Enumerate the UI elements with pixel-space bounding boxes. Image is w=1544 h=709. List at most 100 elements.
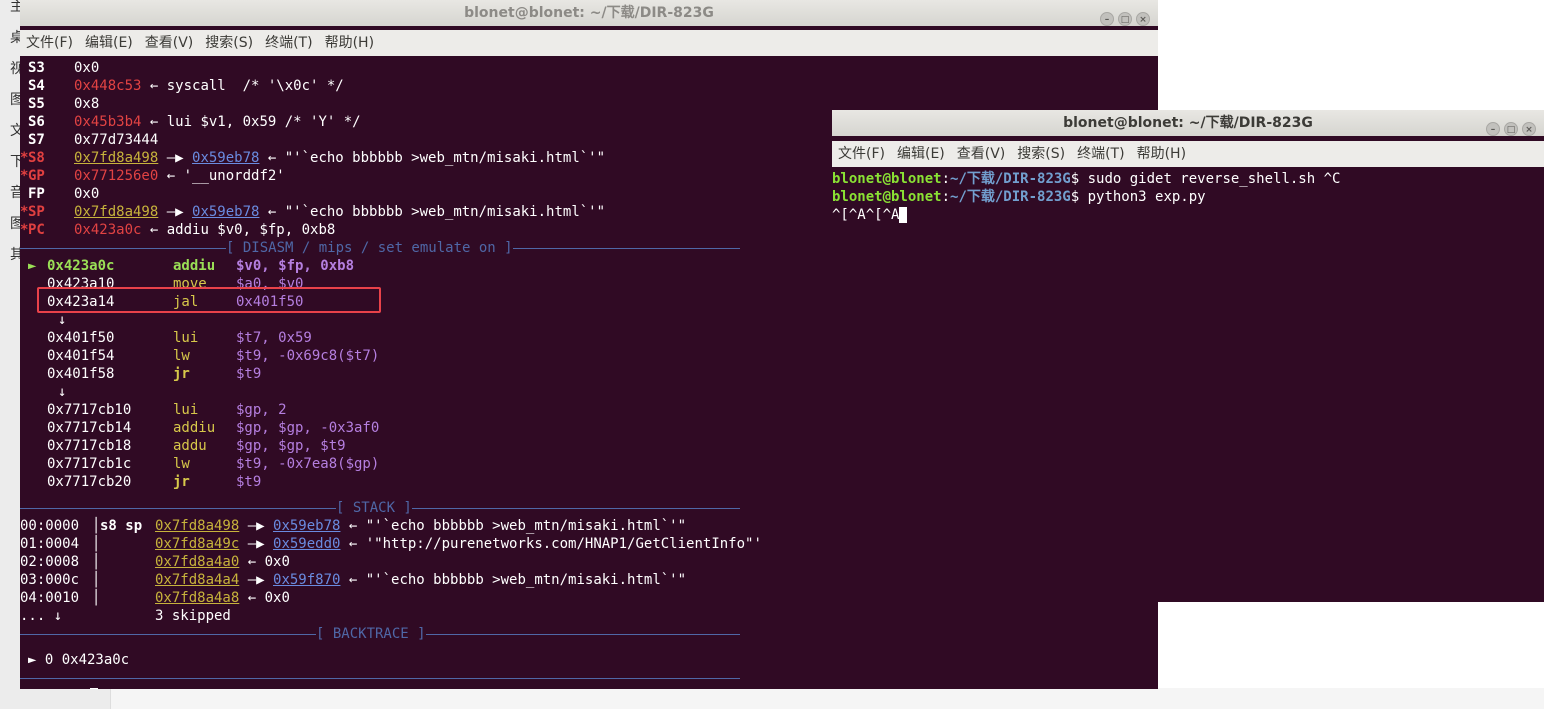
register-name: PC — [28, 222, 45, 238]
register-value-group: 0x77d73444 — [74, 131, 158, 149]
stack-address[interactable]: 0x7fd8a4a4 — [155, 572, 239, 588]
menu-item[interactable]: 终端(T) — [265, 35, 312, 51]
skipped-marker: ... ↓ — [20, 608, 63, 624]
register-name: S3 — [28, 60, 45, 76]
stack-offset: 01:0004 — [20, 536, 80, 552]
register-name: S6 — [28, 114, 45, 130]
register-value[interactable]: 0x7fd8a498 — [74, 150, 158, 166]
register-value: 0x0 — [74, 186, 100, 202]
stack-annotation: ← "'`echo bbbbbb >web_mtn/misaki.html`'" — [340, 572, 687, 588]
menu-item[interactable]: 查看(V) — [145, 35, 194, 51]
menu-item[interactable]: 搜索(S) — [1017, 146, 1065, 162]
pointer-target[interactable]: 0x59eb78 — [192, 204, 259, 220]
menu-item[interactable]: 帮助(H) — [1137, 146, 1186, 162]
stack-address[interactable]: 0x7fd8a4a0 — [155, 554, 239, 570]
pointer-target[interactable]: 0x59f870 — [273, 572, 340, 588]
register-name: S5 — [28, 96, 45, 112]
pointer-arrow: —▶ — [239, 518, 274, 534]
text-cursor[interactable] — [899, 207, 908, 223]
instruction-operands: $gp, 2 — [236, 402, 287, 418]
minimize-icon[interactable]: – — [1100, 12, 1114, 26]
register-name: S7 — [28, 132, 45, 148]
prompt-user: blonet@blonet — [832, 189, 942, 205]
terminal-output[interactable]: blonet@blonet: ~/下载/DIR-823G$ sudo gidet … — [832, 170, 1544, 602]
terminal-input-line[interactable]: ^[^A^[^A — [832, 206, 908, 224]
prompt-path: ~/下载/DIR-823G — [950, 171, 1071, 187]
register-value[interactable]: 0x7fd8a498 — [74, 204, 158, 220]
stack-divider: │ — [92, 554, 101, 570]
menu-item[interactable]: 搜索(S) — [205, 35, 253, 51]
input-text: ^[^A^[^A — [832, 207, 900, 223]
menu-item[interactable]: 文件(F) — [26, 35, 73, 51]
section-label: [ DISASM / mips / set emulate on ] — [226, 239, 513, 257]
instruction-address: 0x7717cb20 — [47, 474, 132, 490]
maximize-icon[interactable]: □ — [1504, 122, 1518, 136]
menu-bar: 文件(F) 编辑(E) 查看(V) 搜索(S) 终端(T) 帮助(H) — [20, 30, 1158, 56]
pointer-arrow: —▶ — [239, 572, 274, 588]
instruction-mnemonic: lw — [173, 348, 190, 364]
stack-entry: 0x7fd8a4a0 ← 0x0 — [155, 553, 290, 571]
pointer-target[interactable]: 0x59eb78 — [192, 150, 259, 166]
highlight-box — [37, 287, 381, 313]
menu-item[interactable]: 编辑(E) — [85, 35, 133, 51]
register-value: 0x77d73444 — [74, 132, 159, 148]
section-label: [ BACKTRACE ] — [316, 625, 426, 643]
menu-item[interactable]: 文件(F) — [838, 146, 885, 162]
stack-offset: 02:0008 — [20, 554, 80, 570]
text-cursor[interactable] — [90, 687, 98, 689]
instruction-mnemonic: addiu — [173, 258, 216, 274]
close-icon[interactable]: × — [1136, 12, 1150, 26]
instruction-mnemonic: lui — [173, 330, 199, 346]
desktop-bottom-strip — [20, 688, 1544, 709]
instruction-operands: $gp, $gp, $t9 — [236, 438, 346, 454]
stack-divider: │ — [92, 536, 101, 552]
menu-item[interactable]: 编辑(E) — [897, 146, 945, 162]
command-text: $ sudo gidet reverse_shell.sh ^C — [1070, 171, 1341, 187]
pointer-target[interactable]: 0x59edd0 — [273, 536, 340, 552]
prompt-colon: : — [941, 189, 951, 205]
instruction-operands: $v0, $fp, 0xb8 — [236, 258, 355, 274]
maximize-icon[interactable]: □ — [1118, 12, 1132, 26]
desktop-sidebar: 主桌视图文下音图其 — [0, 0, 24, 709]
register-value-group: 0x423a0c ← addiu $v0, $fp, 0xb8 — [74, 221, 335, 239]
stack-offset: 03:000c — [20, 572, 80, 588]
stack-offset: 00:0000 — [20, 518, 80, 534]
desktop-file-panel — [0, 688, 111, 709]
menu-item[interactable]: 终端(T) — [1077, 146, 1124, 162]
stack-registers: s8 sp — [100, 518, 143, 534]
pwndbg-prompt: pwndbg> — [20, 687, 79, 689]
command-text: $ python3 exp.py — [1070, 189, 1206, 205]
register-value-group: 0x7fd8a498 —▶ 0x59eb78 ← "'`echo bbbbbb … — [74, 149, 605, 167]
instruction-address: 0x7717cb18 — [47, 438, 132, 454]
register-annotation: ← "'`echo bbbbbb >web_mtn/misaki.html`'" — [259, 204, 606, 220]
register-value-group: 0x8 — [74, 95, 99, 113]
stack-annotation: ← "'`echo bbbbbb >web_mtn/misaki.html`'" — [340, 518, 687, 534]
stack-address[interactable]: 0x7fd8a49c — [155, 536, 239, 552]
menu-item[interactable]: 查看(V) — [957, 146, 1006, 162]
window-title: blonet@blonet: ~/下载/DIR-823G — [1063, 115, 1313, 131]
terminal-line: blonet@blonet:~/下载/DIR-823G$ sudo gidet … — [832, 170, 1340, 188]
terminal-window-shell[interactable]: blonet@blonet: ~/下载/DIR-823G – □ × 文件(F) 编辑… — [832, 110, 1544, 602]
instruction-address: 0x401f54 — [47, 348, 115, 364]
close-icon[interactable]: × — [1522, 122, 1536, 136]
pointer-target[interactable]: 0x59eb78 — [273, 518, 340, 534]
register-value-group: 0x0 — [74, 185, 99, 203]
register-value-group: 0x45b3b4 ← lui $v1, 0x59 /* 'Y' */ — [74, 113, 361, 131]
register-value-group: 0x0 — [74, 59, 99, 77]
skipped-count: 3 skipped — [155, 608, 231, 624]
window-titlebar[interactable]: blonet@blonet: ~/下载/DIR-823G – □ × — [20, 0, 1158, 26]
register-value-group: 0x7fd8a498 —▶ 0x59eb78 ← "'`echo bbbbbb … — [74, 203, 605, 221]
stack-address[interactable]: 0x7fd8a498 — [155, 518, 239, 534]
menu-item[interactable]: 帮助(H) — [325, 35, 374, 51]
register-value-group: 0x448c53 ← syscall /* '\x0c' */ — [74, 77, 344, 95]
register-value: 0x8 — [74, 96, 100, 112]
register-annotation: ← '__unorddf2' — [158, 168, 285, 184]
instruction-address: 0x401f50 — [47, 330, 115, 346]
register-name: S8 — [28, 150, 45, 166]
minimize-icon[interactable]: – — [1486, 122, 1500, 136]
stack-address[interactable]: 0x7fd8a4a8 — [155, 590, 239, 606]
stack-annotation: ← '"http://purenetworks.com/HNAP1/GetCli… — [340, 536, 762, 552]
pointer-arrow: —▶ — [239, 536, 274, 552]
register-annotation: ← addiu $v0, $fp, 0xb8 — [141, 222, 336, 238]
window-titlebar[interactable]: blonet@blonet: ~/下载/DIR-823G – □ × — [832, 110, 1544, 136]
